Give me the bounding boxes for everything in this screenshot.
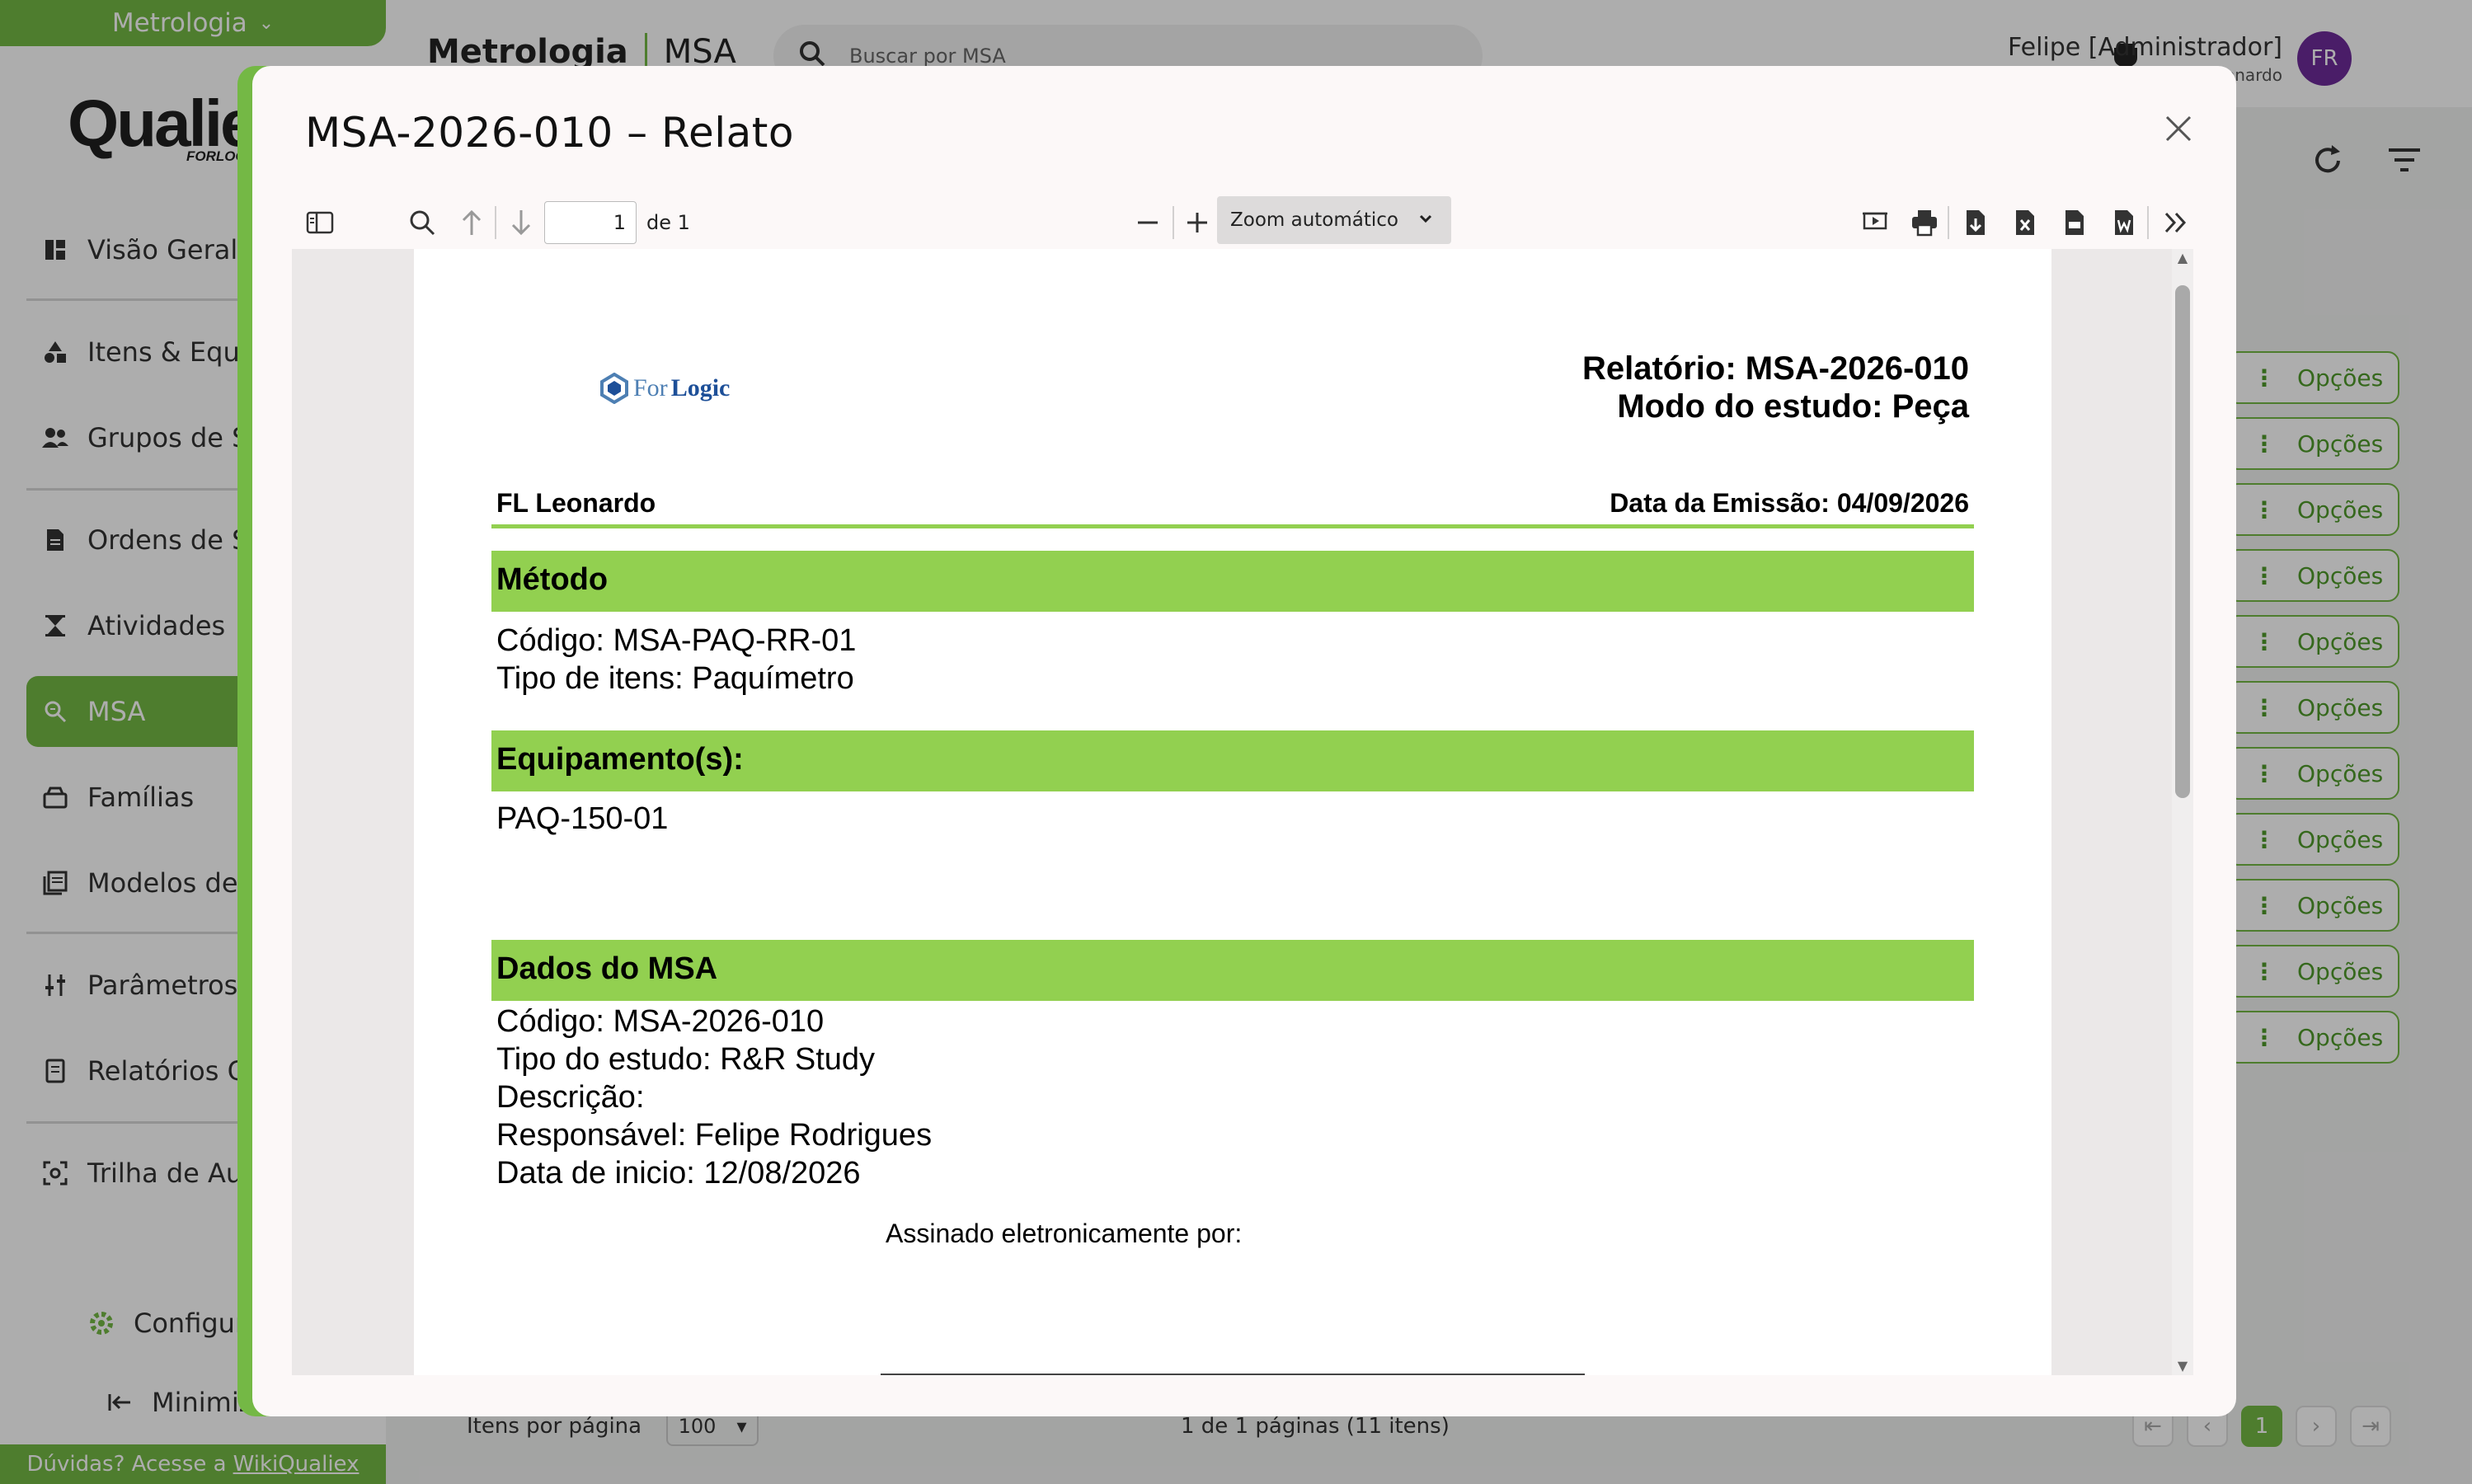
download-icon[interactable] <box>1956 203 1995 242</box>
msa-responsible: Responsável: Felipe Rodrigues <box>496 1118 933 1153</box>
divider <box>495 206 496 239</box>
forlogic-logo: For Logic <box>599 373 730 404</box>
zoom-out-icon[interactable] <box>1128 203 1168 242</box>
section-msa-data-header: Dados do MSA <box>491 940 1974 1001</box>
report-emission-date: Data da Emissão: 04/09/2026 <box>1610 488 1969 518</box>
report-title-line2: Modo do estudo: Peça <box>1617 388 1969 425</box>
report-modal: MSA-2026-010 – Relato 1 de 1 Zoom automá… <box>252 66 2236 1416</box>
close-icon[interactable] <box>2162 112 2195 145</box>
msa-start-date: Data de inicio: 12/08/2026 <box>496 1156 861 1190</box>
section-equipment-header: Equipamento(s): <box>491 730 1974 791</box>
msa-description: Descrição: <box>496 1080 645 1115</box>
signature-line <box>881 1374 1585 1375</box>
zoom-select[interactable]: Zoom automático <box>1217 196 1451 244</box>
modal-title: MSA-2026-010 – Relato <box>305 109 794 157</box>
section-equipment-body: PAQ-150-01 <box>496 800 668 838</box>
divider <box>1173 206 1174 239</box>
section-msa-data-body: Código: MSA-2026-010 Tipo do estudo: R&R… <box>496 1003 932 1192</box>
logo-text-for: For <box>633 374 668 402</box>
header-rule <box>491 524 1974 528</box>
chevron-down-icon <box>1415 208 1436 234</box>
logo-text-logic: Logic <box>670 374 731 402</box>
msa-code: Código: MSA-2026-010 <box>496 1004 825 1039</box>
scrollbar[interactable]: ▲ ▼ <box>2172 249 2193 1375</box>
more-tools-icon[interactable] <box>2155 203 2195 242</box>
sidebar-toggle-icon[interactable] <box>300 203 340 242</box>
find-icon[interactable] <box>402 203 442 242</box>
pdf-viewer[interactable]: For Logic Relatório: MSA-2026-010 Modo do… <box>292 249 2193 1375</box>
report-org: FL Leonardo <box>496 488 656 518</box>
previous-page-arrow-icon[interactable] <box>452 203 491 242</box>
report-title: Relatório: MSA-2026-010 Modo do estudo: … <box>1582 350 1969 425</box>
export-csv-icon[interactable] <box>2055 203 2094 242</box>
divider <box>2147 206 2149 239</box>
page-total: de 1 <box>646 211 690 234</box>
method-code: Código: MSA-PAQ-RR-01 <box>496 623 857 658</box>
divider <box>1948 206 1949 239</box>
section-method-body: Código: MSA-PAQ-RR-01 Tipo de itens: Paq… <box>496 622 856 697</box>
pdf-page: For Logic Relatório: MSA-2026-010 Modo do… <box>414 249 2051 1375</box>
export-excel-icon[interactable] <box>2005 203 2045 242</box>
method-type: Tipo de itens: Paquímetro <box>496 661 854 696</box>
zoom-value: Zoom automático <box>1230 209 1399 231</box>
report-title-line1: Relatório: MSA-2026-010 <box>1581 350 1969 387</box>
presentation-mode-icon[interactable] <box>1855 203 1895 242</box>
print-icon[interactable] <box>1905 203 1944 242</box>
section-method-header: Método <box>491 551 1974 612</box>
signature-caption: Assinado eletronicamente por: <box>886 1219 1243 1248</box>
page-number-input[interactable]: 1 <box>544 201 637 244</box>
scroll-up-arrow-icon[interactable]: ▲ <box>2175 251 2190 265</box>
scrollbar-thumb[interactable] <box>2175 285 2190 798</box>
next-page-arrow-icon[interactable] <box>501 203 541 242</box>
zoom-in-icon[interactable] <box>1177 203 1217 242</box>
msa-study-type: Tipo do estudo: R&R Study <box>496 1042 876 1077</box>
equipment-item: PAQ-150-01 <box>496 801 669 836</box>
scroll-down-arrow-icon[interactable]: ▼ <box>2175 1359 2190 1374</box>
export-word-icon[interactable] <box>2104 203 2144 242</box>
pdf-toolbar: 1 de 1 Zoom automático <box>292 196 2197 249</box>
